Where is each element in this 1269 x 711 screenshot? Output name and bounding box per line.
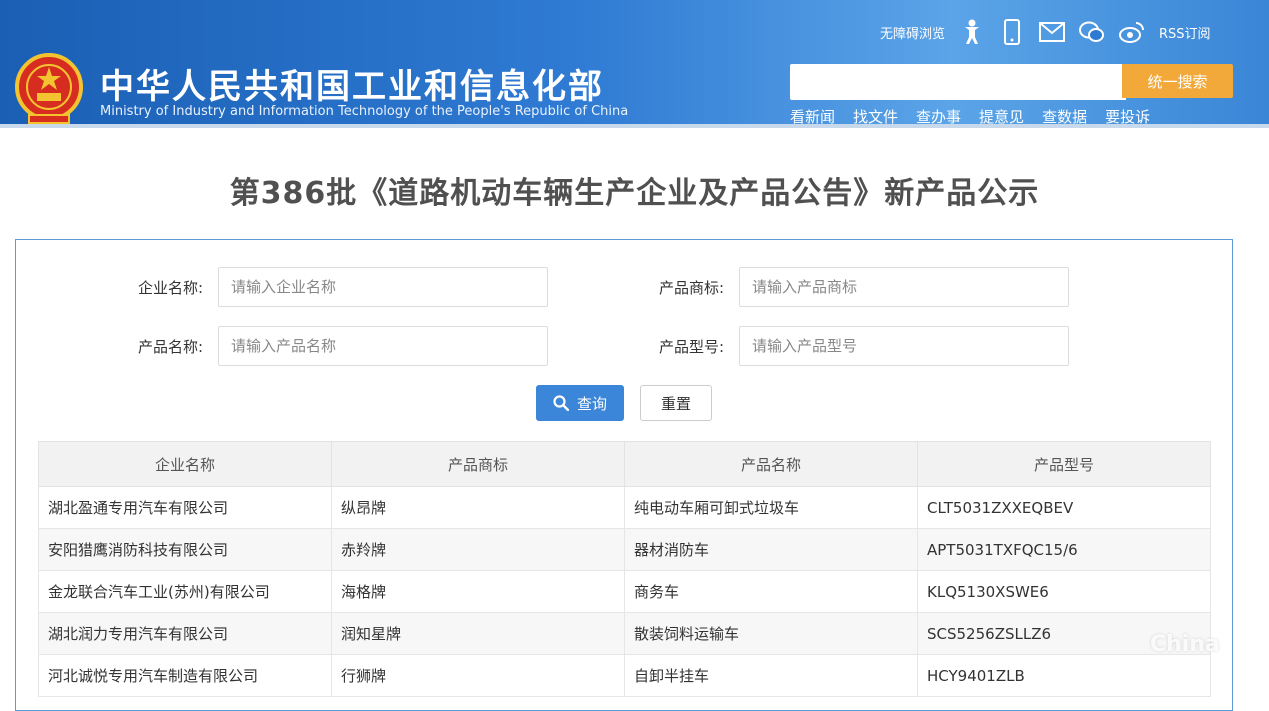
model-input[interactable] [739,326,1069,366]
results-table: 企业名称 产品商标 产品名称 产品型号 湖北盈通专用汽车有限公司 纵昂牌 纯电动… [38,441,1211,697]
table-cell: 海格牌 [331,570,625,613]
column-header: 产品名称 [624,441,918,487]
column-header: 产品型号 [917,441,1211,487]
site-title[interactable]: 中华人民共和国工业和信息化部 [100,59,604,108]
brand-input[interactable] [739,267,1069,307]
nav-item-complaint[interactable]: 要投诉 [1105,106,1150,127]
nav-item-feedback[interactable]: 提意见 [979,106,1024,127]
query-button-label: 查询 [576,394,607,413]
brand-label: 产品商标: [658,278,724,297]
top-links: 无障碍浏览 RSS订阅 [880,16,1211,48]
table-row: 安阳猎鹰消防科技有限公司 赤羚牌 器材消防车 APT5031TXFQC15/6 [38,528,1211,571]
model-field-row: 产品型号: [629,326,1069,366]
accessibility-person-icon[interactable] [959,19,985,45]
company-field-row: 企业名称: [108,267,548,307]
reset-button[interactable]: 重置 [640,385,712,421]
accessibility-link[interactable]: 无障碍浏览 [880,23,945,42]
search-panel: 企业名称: 产品商标: 产品名称: 产品型号: 查询 重置 企业名称 产品商标 … [15,239,1233,711]
national-emblem-icon [15,53,83,124]
weibo-icon[interactable] [1119,19,1145,45]
rss-link[interactable]: RSS订阅 [1159,23,1211,42]
nav-item-services[interactable]: 查办事 [916,106,961,127]
product-field-row: 产品名称: [108,326,548,366]
table-cell: 器材消防车 [624,528,918,571]
table-cell: 自卸半挂车 [624,654,918,697]
brand-field-row: 产品商标: [629,267,1069,307]
table-row: 河北诚悦专用汽车制造有限公司 行狮牌 自卸半挂车 HCY9401ZLB [38,654,1211,697]
header-nav: 看新闻 找文件 查办事 提意见 查数据 要投诉 [790,106,1150,127]
site-search-button[interactable]: 统一搜索 [1122,64,1233,98]
watermark: China [1150,632,1220,657]
nav-item-news[interactable]: 看新闻 [790,106,835,127]
column-header: 企业名称 [38,441,332,487]
page-title: 第386批《道路机动车辆生产企业及产品公告》新产品公示 [229,176,1040,211]
search-icon [553,395,569,411]
mobile-icon[interactable] [999,19,1025,45]
table-cell: 散装饲料运输车 [624,612,918,655]
site-search-input[interactable] [790,64,1126,100]
company-input[interactable] [218,267,548,307]
table-cell: 安阳猎鹰消防科技有限公司 [38,528,332,571]
site-subtitle: Ministry of Industry and Information Tec… [100,104,629,119]
table-cell: 商务车 [624,570,918,613]
nav-item-data[interactable]: 查数据 [1042,106,1087,127]
company-label: 企业名称: [137,278,203,297]
table-cell: CLT5031ZXXEQBEV [917,486,1211,529]
model-label: 产品型号: [658,337,724,356]
table-cell: HCY9401ZLB [917,654,1211,697]
product-input[interactable] [218,326,548,366]
table-cell: 纯电动车厢可卸式垃圾车 [624,486,918,529]
table-cell: 赤羚牌 [331,528,625,571]
table-header-row: 企业名称 产品商标 产品名称 产品型号 [38,441,1211,487]
table-cell: 湖北盈通专用汽车有限公司 [38,486,332,529]
table-cell: 湖北润力专用汽车有限公司 [38,612,332,655]
table-cell: 润知星牌 [331,612,625,655]
mail-icon[interactable] [1039,19,1066,45]
table-cell: 纵昂牌 [331,486,625,529]
table-row: 湖北盈通专用汽车有限公司 纵昂牌 纯电动车厢可卸式垃圾车 CLT5031ZXXE… [38,486,1211,529]
wechat-icon[interactable] [1079,19,1105,45]
table-row: 湖北润力专用汽车有限公司 润知星牌 散装饲料运输车 SCS5256ZSLLZ6 [38,612,1211,655]
nav-item-documents[interactable]: 找文件 [853,106,898,127]
table-cell: 行狮牌 [331,654,625,697]
table-cell: 河北诚悦专用汽车制造有限公司 [38,654,332,697]
table-cell: 金龙联合汽车工业(苏州)有限公司 [38,570,332,613]
column-header: 产品商标 [331,441,625,487]
query-button[interactable]: 查询 [536,385,624,421]
site-header: 中华人民共和国工业和信息化部 Ministry of Industry and … [0,0,1269,128]
table-cell: APT5031TXFQC15/6 [917,528,1211,571]
product-label: 产品名称: [137,337,203,356]
table-cell: KLQ5130XSWE6 [917,570,1211,613]
table-row: 金龙联合汽车工业(苏州)有限公司 海格牌 商务车 KLQ5130XSWE6 [38,570,1211,613]
